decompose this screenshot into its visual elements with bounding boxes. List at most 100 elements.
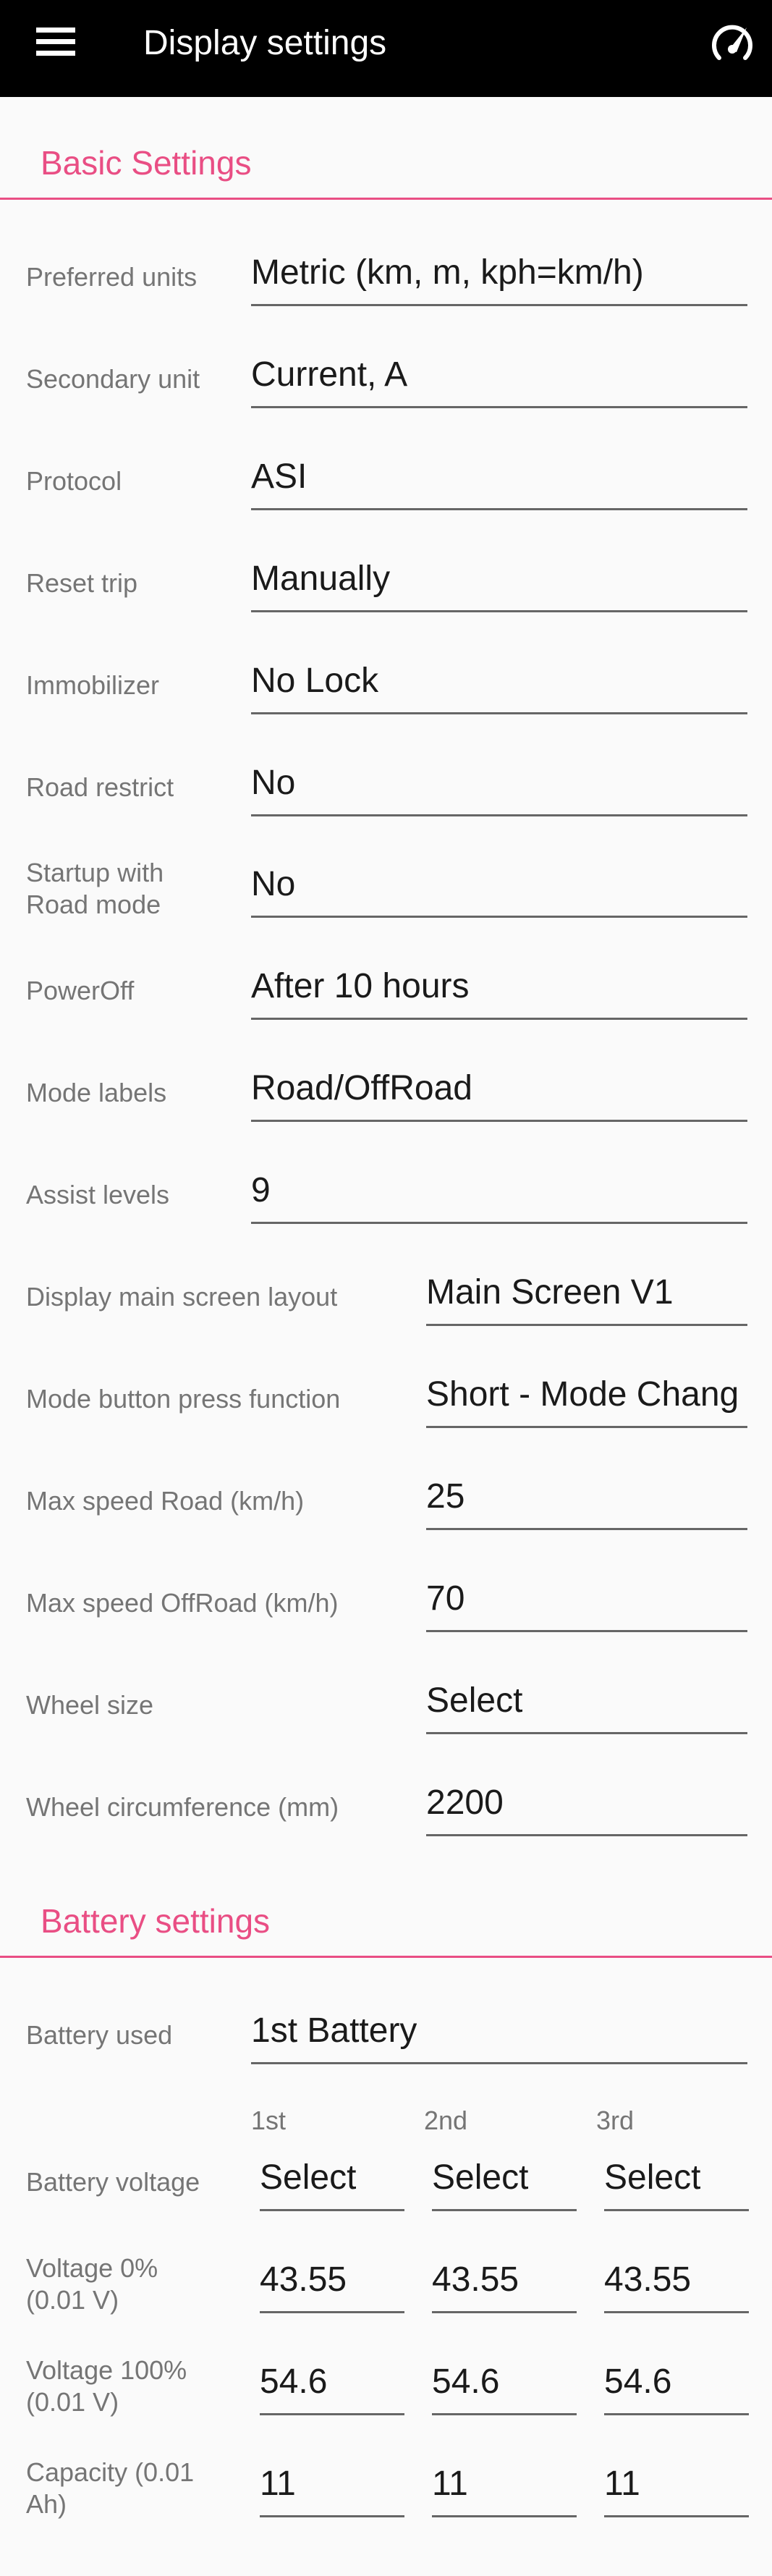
hamburger-menu-icon[interactable] xyxy=(36,28,75,56)
section-title: Battery settings xyxy=(41,1902,271,1940)
setting-row: Reset trip Manually xyxy=(0,540,772,627)
section-basic-settings: Basic Settings xyxy=(0,142,772,200)
page-title: Display settings xyxy=(143,24,387,62)
battery-row-label: Voltage 0% (0.01 V) xyxy=(26,2253,158,2315)
field-value: 43.55 xyxy=(604,2260,692,2299)
field-value: 54.6 xyxy=(432,2362,500,2401)
field-value: Metric (km, m, kph=km/h) xyxy=(251,253,644,292)
field-value: ASI xyxy=(251,457,307,496)
setting-value-field[interactable]: ASI xyxy=(251,445,747,510)
setting-label: Secondary unit xyxy=(26,364,200,394)
setting-value-field[interactable]: Select xyxy=(426,1669,747,1734)
setting-label: Reset trip xyxy=(26,568,138,598)
setting-label: Display main screen layout xyxy=(26,1282,338,1312)
field-value: 11 xyxy=(432,2465,468,2503)
field-value: Select xyxy=(426,1681,523,1720)
speedometer-icon[interactable] xyxy=(709,22,755,62)
field-value: 54.6 xyxy=(260,2362,328,2401)
battery-2-field[interactable]: 54.6 xyxy=(432,2350,577,2415)
field-value: Select xyxy=(604,2158,701,2197)
setting-value-field[interactable]: No xyxy=(251,751,747,816)
battery-1-field[interactable]: 54.6 xyxy=(260,2350,404,2415)
setting-label: Max speed OffRoad (km/h) xyxy=(26,1588,339,1618)
setting-row: Secondary unit Current, A xyxy=(0,336,772,423)
battery-row: Capacity (0.01 Ah) 11 11 11 xyxy=(0,2445,772,2532)
setting-value-field[interactable]: 70 xyxy=(426,1567,747,1632)
battery-2-field[interactable]: Select xyxy=(432,2146,577,2211)
battery-3-field[interactable]: 11 xyxy=(604,2452,749,2517)
column-header-3rd: 3rd xyxy=(596,2106,635,2135)
setting-value-field[interactable]: 2200 xyxy=(426,1771,747,1836)
setting-row: Startup with Road mode No xyxy=(0,845,772,932)
battery-row: Voltage 0% (0.01 V) 43.55 43.55 43.55 xyxy=(0,2241,772,2328)
battery-3-field[interactable]: 54.6 xyxy=(604,2350,749,2415)
setting-value-field[interactable]: Road/OffRoad xyxy=(251,1057,747,1122)
field-value: No xyxy=(251,764,296,802)
battery-row: Battery voltage Select Select Select xyxy=(0,2139,772,2226)
setting-row: Max speed OffRoad (km/h) 70 xyxy=(0,1560,772,1647)
field-value: No Lock xyxy=(251,662,379,700)
setting-label: Mode labels xyxy=(26,1078,167,1107)
field-value: Short - Mode Chang xyxy=(426,1375,739,1414)
setting-label: Protocol xyxy=(26,466,122,496)
field-value: 11 xyxy=(260,2465,296,2503)
battery-1-field[interactable]: 11 xyxy=(260,2452,404,2517)
battery-used-dropdown[interactable]: 1st Battery xyxy=(251,1999,747,2064)
field-value: 43.55 xyxy=(432,2260,519,2299)
field-value: No xyxy=(251,865,296,903)
column-header-1st: 1st xyxy=(251,2106,287,2135)
battery-2-field[interactable]: 11 xyxy=(432,2452,577,2517)
setting-label: Road restrict xyxy=(26,772,174,802)
setting-row: Road restrict No xyxy=(0,744,772,831)
setting-value-field[interactable]: Main Screen V1 xyxy=(426,1261,747,1326)
field-value: Manually xyxy=(251,559,391,598)
setting-value-field[interactable]: Current, A xyxy=(251,343,747,408)
field-value: 43.55 xyxy=(260,2260,347,2299)
setting-label: Wheel circumference (mm) xyxy=(26,1792,339,1822)
field-value: Select xyxy=(260,2158,357,2197)
field-value: 54.6 xyxy=(604,2362,672,2401)
field-value: 2200 xyxy=(426,1783,504,1822)
setting-value-field[interactable]: Metric (km, m, kph=km/h) xyxy=(251,241,747,306)
battery-row-label: Battery voltage xyxy=(26,2167,200,2197)
field-value: After 10 hours xyxy=(251,967,470,1005)
battery-row-label: Voltage 100% (0.01 V) xyxy=(26,2355,187,2417)
app-bar: Display settings xyxy=(0,0,772,97)
setting-label: Immobilizer xyxy=(26,670,160,700)
setting-row: Mode button press function Short - Mode C… xyxy=(0,1356,772,1443)
setting-value-field[interactable]: 25 xyxy=(426,1465,747,1530)
field-value: Current, A xyxy=(251,355,408,394)
setting-row: PowerOff After 10 hours xyxy=(0,947,772,1034)
field-value: Road/OffRoad xyxy=(251,1069,472,1107)
setting-value-field[interactable]: Manually xyxy=(251,547,747,612)
setting-value-field[interactable]: No Lock xyxy=(251,649,747,714)
battery-2-field[interactable]: 43.55 xyxy=(432,2248,577,2313)
setting-value-field[interactable]: Short - Mode Chang xyxy=(426,1363,747,1428)
battery-1-field[interactable]: Select xyxy=(260,2146,404,2211)
setting-value-field[interactable]: No xyxy=(251,853,747,918)
setting-value-field[interactable]: After 10 hours xyxy=(251,955,747,1020)
battery-1-field[interactable]: 43.55 xyxy=(260,2248,404,2313)
field-value: Select xyxy=(432,2158,529,2197)
field-value: 70 xyxy=(426,1579,465,1618)
setting-row: Assist levels 9 xyxy=(0,1152,772,1238)
setting-label: Preferred units xyxy=(26,262,198,292)
battery-3-field[interactable]: 43.55 xyxy=(604,2248,749,2313)
setting-row: Preferred units Metric (km, m, kph=km/h) xyxy=(0,234,772,321)
field-value: Main Screen V1 xyxy=(426,1273,674,1312)
field-value: 25 xyxy=(426,1477,465,1516)
setting-label: Startup with Road mode xyxy=(26,858,164,919)
setting-row: Mode labels Road/OffRoad xyxy=(0,1050,772,1136)
battery-3-field[interactable]: Select xyxy=(604,2146,749,2211)
setting-label: Wheel size xyxy=(26,1690,154,1720)
setting-label: Assist levels xyxy=(26,1180,170,1209)
field-value: 11 xyxy=(604,2465,640,2503)
setting-row: Immobilizer No Lock xyxy=(0,642,772,729)
setting-label: PowerOff xyxy=(26,976,135,1005)
setting-row: Wheel size Select xyxy=(0,1662,772,1749)
setting-row: Max speed Road (km/h) 25 xyxy=(0,1458,772,1545)
setting-row: Protocol ASI xyxy=(0,438,772,525)
battery-row-label: Capacity (0.01 Ah) xyxy=(26,2457,195,2519)
setting-row: Wheel circumference (mm) 2200 xyxy=(0,1764,772,1851)
setting-value-field[interactable]: 9 xyxy=(251,1159,747,1224)
